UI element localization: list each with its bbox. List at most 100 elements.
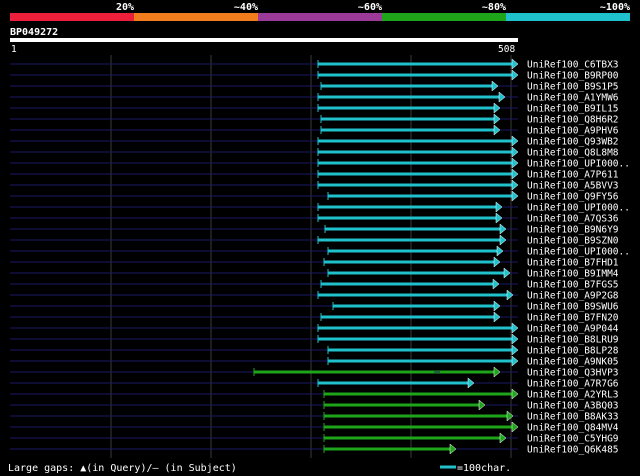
hit-label[interactable]: UniRef100_B7FGS5 xyxy=(527,280,619,291)
hit-arrow xyxy=(511,58,519,70)
hit-row[interactable]: UniRef100_B8AK33 xyxy=(10,410,619,423)
hit-alignment-bar xyxy=(328,271,504,275)
hit-label[interactable]: UniRef100_B9IMM4 xyxy=(527,269,619,280)
hit-row[interactable]: UniRef100_Q6K485 xyxy=(10,443,619,456)
hit-row[interactable]: UniRef100_A2YRL3 xyxy=(10,388,619,401)
hit-row[interactable]: UniRef100_B7FGS5 xyxy=(10,278,619,291)
hit-alignment-bar xyxy=(318,293,507,297)
hit-label[interactable]: UniRef100_Q9FY56 xyxy=(527,192,619,203)
hit-row[interactable]: UniRef100_Q8L8M8 xyxy=(10,146,619,159)
hit-row[interactable]: UniRef100_B7FN20 xyxy=(10,311,619,324)
hit-row[interactable]: UniRef100_B9IL15 xyxy=(10,102,619,115)
hit-label[interactable]: UniRef100_A5BVV3 xyxy=(527,181,619,192)
query-ruler: 1 508 xyxy=(10,38,518,55)
hit-row[interactable]: UniRef100_Q9FY56 xyxy=(10,190,619,203)
hit-label[interactable]: UniRef100_A3BQ03 xyxy=(527,401,619,412)
hit-label[interactable]: UniRef100_B7FN20 xyxy=(527,313,619,324)
hit-arrow xyxy=(493,300,501,312)
hit-row[interactable]: UniRef100_B9IMM4 xyxy=(10,267,619,280)
hit-label[interactable]: UniRef100_A9P044 xyxy=(527,324,619,335)
hit-label[interactable]: UniRef100_B7FHD1 xyxy=(527,258,619,269)
hit-label[interactable]: UniRef100_A2YRL3 xyxy=(527,390,619,401)
hit-label[interactable]: UniRef100_A9P2G8 xyxy=(527,291,619,302)
hit-row[interactable]: UniRef100_A9NK05 xyxy=(10,355,619,368)
hit-alignment-bar xyxy=(318,205,496,209)
hit-alignment-bar xyxy=(254,370,494,374)
hit-label[interactable]: UniRef100_B9SWU6 xyxy=(527,302,619,313)
hit-label[interactable]: UniRef100_B9IL15 xyxy=(527,104,619,115)
hit-alignment-bar xyxy=(318,337,512,341)
hit-label[interactable]: UniRef100_C5YHG9 xyxy=(527,434,619,445)
hit-row[interactable]: UniRef100_A3BQ03 xyxy=(10,399,619,412)
hit-alignment-bar xyxy=(318,326,512,330)
hit-arrow xyxy=(449,443,457,455)
legend-segment xyxy=(134,13,258,21)
hit-row[interactable]: UniRef100_B7FHD1 xyxy=(10,256,619,269)
hit-arrow xyxy=(467,377,475,389)
hit-row[interactable]: UniRef100_B9N6Y9 xyxy=(10,223,619,236)
hit-label[interactable]: UniRef100_Q8H6R2 xyxy=(527,115,619,126)
hit-row[interactable]: UniRef100_A7P611 xyxy=(10,168,619,181)
legend-label: 20% xyxy=(116,2,134,13)
hit-row[interactable]: UniRef100_B9RP00 xyxy=(10,69,619,82)
hit-row[interactable]: UniRef100_A5BVV3 xyxy=(10,179,619,192)
hit-row[interactable]: UniRef100_UPI000.. xyxy=(10,157,630,170)
hit-label[interactable]: UniRef100_B8LRU9 xyxy=(527,335,619,346)
hit-label[interactable]: UniRef100_A1YMW6 xyxy=(527,93,619,104)
hit-label[interactable]: UniRef100_A7R7G6 xyxy=(527,379,619,390)
hit-arrow xyxy=(499,234,507,246)
hit-label[interactable]: UniRef100_UPI000.. xyxy=(527,203,630,214)
hit-label[interactable]: UniRef100_B9SZN0 xyxy=(527,236,619,247)
hit-arrow xyxy=(511,69,519,81)
hit-arrow xyxy=(492,278,500,290)
hit-label[interactable]: UniRef100_Q3HVP3 xyxy=(527,368,619,379)
hit-row[interactable]: UniRef100_A7QS36 xyxy=(10,212,619,225)
hit-label[interactable]: UniRef100_UPI000.. xyxy=(527,159,630,170)
hit-label[interactable]: UniRef100_B8AK33 xyxy=(527,412,619,423)
hit-row[interactable]: UniRef100_B9SZN0 xyxy=(10,234,619,247)
legend-label: ~100% xyxy=(600,2,630,13)
ruler-end-label: 508 xyxy=(498,44,515,55)
hit-row[interactable]: UniRef100_Q8H6R2 xyxy=(10,113,619,126)
hit-alignment-bar xyxy=(324,447,450,451)
hit-label[interactable]: UniRef100_A9NK05 xyxy=(527,357,619,368)
hit-row[interactable]: UniRef100_A9P2G8 xyxy=(10,289,619,302)
hit-label[interactable]: UniRef100_A7P611 xyxy=(527,170,619,181)
hit-label[interactable]: UniRef100_B9N6Y9 xyxy=(527,225,619,236)
hit-arrow xyxy=(499,432,507,444)
hit-row[interactable]: UniRef100_Q93WB2 xyxy=(10,135,619,148)
hit-row[interactable]: UniRef100_B9S1P5 xyxy=(10,80,619,93)
hit-label[interactable]: UniRef100_B9RP00 xyxy=(527,71,619,82)
hit-row[interactable]: UniRef100_A9PHV6 xyxy=(10,124,619,137)
hit-label[interactable]: UniRef100_UPI000.. xyxy=(527,247,630,258)
query-bar xyxy=(10,38,518,42)
hit-row[interactable]: UniRef100_C5YHG9 xyxy=(10,432,619,445)
hit-label[interactable]: UniRef100_B9S1P5 xyxy=(527,82,619,93)
hit-row[interactable]: UniRef100_UPI000.. xyxy=(10,201,630,214)
hit-arrow xyxy=(511,355,519,367)
hit-label[interactable]: UniRef100_Q6K485 xyxy=(527,445,619,456)
hit-arrow xyxy=(491,80,499,92)
hit-alignment-bar xyxy=(324,414,507,418)
hit-label[interactable]: UniRef100_A7QS36 xyxy=(527,214,619,225)
hit-arrow xyxy=(493,311,501,323)
hit-row[interactable]: UniRef100_B8LRU9 xyxy=(10,333,619,346)
hit-label[interactable]: UniRef100_Q84MV4 xyxy=(527,423,619,434)
query-name: BP049272 xyxy=(10,27,58,38)
hit-label[interactable]: UniRef100_Q8L8M8 xyxy=(527,148,619,159)
hit-row[interactable]: UniRef100_B9SWU6 xyxy=(10,300,619,313)
hit-row[interactable]: UniRef100_C6TBX3 xyxy=(10,58,619,71)
hit-alignment-bar xyxy=(324,436,500,440)
hit-label[interactable]: UniRef100_A9PHV6 xyxy=(527,126,619,137)
hit-row[interactable]: UniRef100_Q3HVP3 xyxy=(10,366,619,379)
hit-row[interactable]: UniRef100_Q84MV4 xyxy=(10,421,619,434)
hit-row[interactable]: UniRef100_A7R7G6 xyxy=(10,377,619,390)
hit-label[interactable]: UniRef100_C6TBX3 xyxy=(527,60,619,71)
hit-row[interactable]: UniRef100_A1YMW6 xyxy=(10,91,619,104)
hit-arrow xyxy=(511,146,519,158)
hit-row[interactable]: UniRef100_B8LP28 xyxy=(10,344,619,357)
hit-row[interactable]: UniRef100_UPI000.. xyxy=(10,245,630,258)
hit-label[interactable]: UniRef100_B8LP28 xyxy=(527,346,619,357)
hit-row[interactable]: UniRef100_A9P044 xyxy=(10,322,619,335)
hit-label[interactable]: UniRef100_Q93WB2 xyxy=(527,137,619,148)
